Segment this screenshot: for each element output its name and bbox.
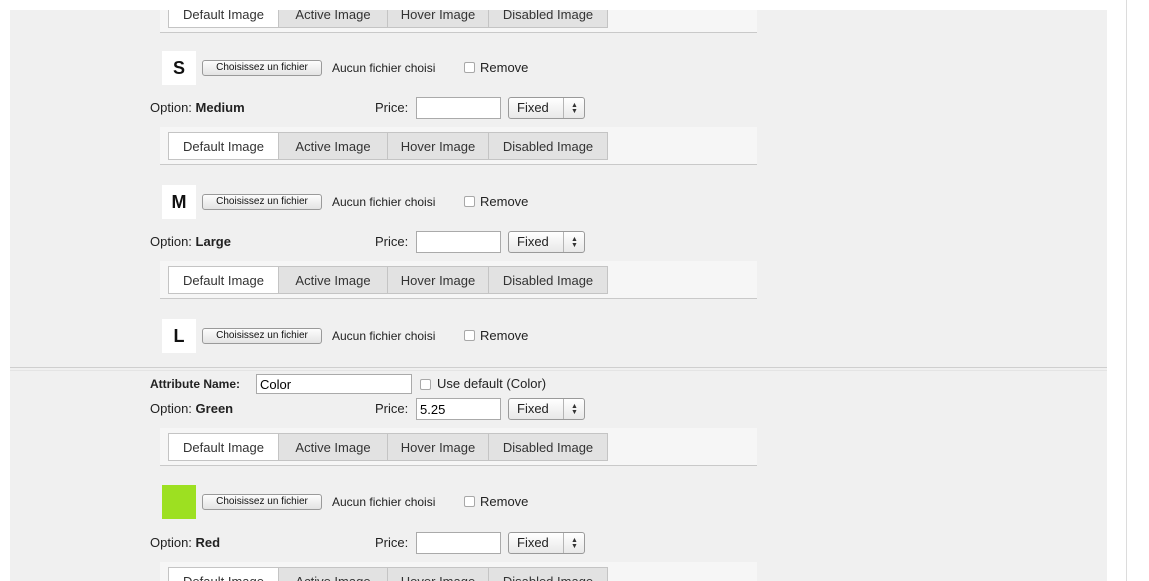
select-arrows-icon: ▲▼ [563, 533, 584, 553]
image-tabs-medium: Default Image Active Image Hover Image D… [160, 127, 757, 165]
image-preview-large: L [162, 319, 196, 353]
price-input[interactable] [416, 97, 501, 119]
no-file-text: Aucun fichier choisi [332, 61, 436, 75]
tab-hover-image[interactable]: Hover Image [387, 10, 489, 28]
price-input[interactable] [416, 532, 501, 554]
tab-disabled-image[interactable]: Disabled Image [488, 266, 608, 294]
no-file-text: Aucun fichier choisi [332, 495, 436, 509]
tab-hover-image[interactable]: Hover Image [387, 567, 489, 581]
tab-hover-image[interactable]: Hover Image [387, 266, 489, 294]
image-preview-small: S [162, 51, 196, 85]
tab-active-image[interactable]: Active Image [278, 567, 388, 581]
option-label: Option: Green [150, 401, 234, 416]
price-type-select[interactable]: Fixed ▲▼ [508, 97, 585, 119]
image-tabs-green: Default Image Active Image Hover Image D… [160, 428, 757, 466]
tab-disabled-image[interactable]: Disabled Image [488, 433, 608, 461]
choose-file-button[interactable]: Choisissez un fichier [202, 494, 322, 510]
right-border-line [1126, 0, 1127, 581]
use-default-label: Use default (Color) [437, 376, 547, 391]
remove-checkbox[interactable] [464, 496, 475, 507]
option-name: Large [195, 234, 231, 249]
remove-checkbox[interactable] [464, 62, 475, 73]
price-label: Price: [375, 535, 409, 550]
remove-label: Remove [480, 494, 529, 509]
no-file-text: Aucun fichier choisi [332, 329, 436, 343]
option-label: Option: Large [150, 234, 231, 249]
tab-hover-image[interactable]: Hover Image [387, 433, 489, 461]
price-input[interactable] [416, 398, 501, 420]
section-divider [10, 370, 1107, 371]
remove-label: Remove [480, 328, 529, 343]
remove-checkbox[interactable] [464, 196, 475, 207]
tab-default-image[interactable]: Default Image [168, 132, 279, 160]
tab-active-image[interactable]: Active Image [278, 266, 388, 294]
attribute-name-row: Attribute Name: Use default (Color) [150, 374, 750, 396]
section-divider [10, 367, 1107, 368]
price-type-select[interactable]: Fixed ▲▼ [508, 532, 585, 554]
tab-default-image[interactable]: Default Image [168, 433, 279, 461]
price-type-select[interactable]: Fixed ▲▼ [508, 231, 585, 253]
price-type-select[interactable]: Fixed ▲▼ [508, 398, 585, 420]
image-tabs-red: Default Image Active Image Hover Image D… [160, 562, 757, 581]
tab-default-image[interactable]: Default Image [168, 266, 279, 294]
use-default-checkbox[interactable] [420, 379, 431, 390]
tab-active-image[interactable]: Active Image [278, 132, 388, 160]
tab-hover-image[interactable]: Hover Image [387, 132, 489, 160]
option-label: Option: Red [150, 535, 221, 550]
select-arrows-icon: ▲▼ [563, 98, 584, 118]
attribute-name-label: Attribute Name: [150, 377, 241, 391]
tab-default-image[interactable]: Default Image [168, 10, 279, 28]
price-label: Price: [375, 234, 409, 249]
no-file-text: Aucun fichier choisi [332, 195, 436, 209]
choose-file-button[interactable]: Choisissez un fichier [202, 60, 322, 76]
option-label: Option: Medium [150, 100, 245, 115]
price-type-value: Fixed [517, 535, 549, 550]
tab-active-image[interactable]: Active Image [278, 433, 388, 461]
select-arrows-icon: ▲▼ [563, 399, 584, 419]
price-label: Price: [375, 401, 409, 416]
remove-label: Remove [480, 194, 529, 209]
image-preview-medium: M [162, 185, 196, 219]
select-arrows-icon: ▲▼ [563, 232, 584, 252]
color-swatch-green [162, 485, 196, 519]
tab-disabled-image[interactable]: Disabled Image [488, 567, 608, 581]
tab-default-image[interactable]: Default Image [168, 567, 279, 581]
attribute-name-input[interactable] [256, 374, 412, 394]
remove-label: Remove [480, 60, 529, 75]
image-tabs-small: Default Image Active Image Hover Image D… [160, 10, 757, 33]
price-type-value: Fixed [517, 100, 549, 115]
attribute-options-panel: Default Image Active Image Hover Image D… [10, 10, 1107, 581]
option-name: Green [195, 401, 234, 416]
price-type-value: Fixed [517, 401, 549, 416]
tab-disabled-image[interactable]: Disabled Image [488, 132, 608, 160]
price-input[interactable] [416, 231, 501, 253]
tab-disabled-image[interactable]: Disabled Image [488, 10, 608, 28]
price-label: Price: [375, 100, 409, 115]
tab-active-image[interactable]: Active Image [278, 10, 388, 28]
image-tabs-large: Default Image Active Image Hover Image D… [160, 261, 757, 299]
option-name: Medium [195, 100, 245, 115]
choose-file-button[interactable]: Choisissez un fichier [202, 194, 322, 210]
option-name: Red [195, 535, 221, 550]
choose-file-button[interactable]: Choisissez un fichier [202, 328, 322, 344]
price-type-value: Fixed [517, 234, 549, 249]
remove-checkbox[interactable] [464, 330, 475, 341]
